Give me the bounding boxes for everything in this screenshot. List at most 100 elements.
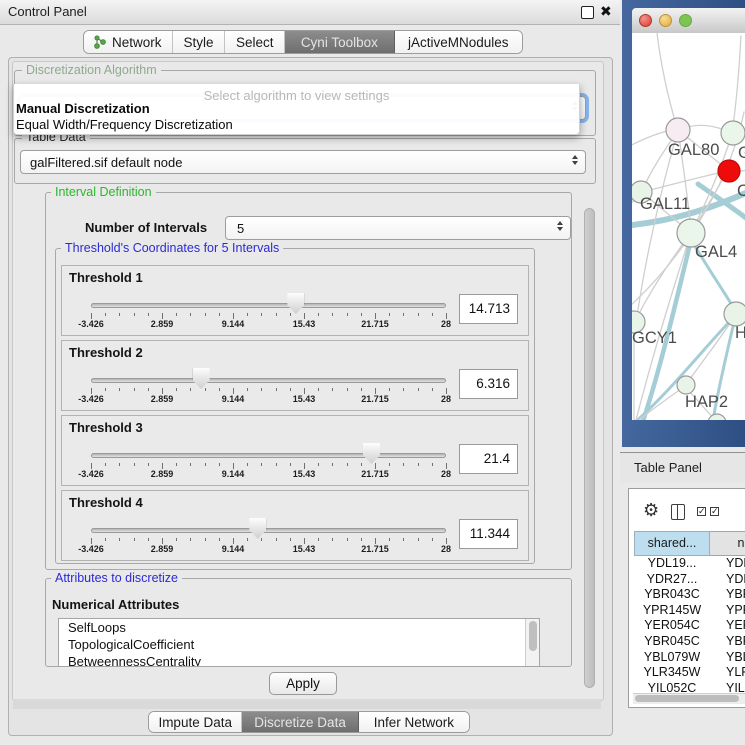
table-row[interactable]: YBR045CYBR0 — [634, 634, 745, 650]
settings-gear-icon[interactable]: ⚙ — [643, 501, 659, 519]
tick-mark — [219, 313, 220, 316]
table-row[interactable]: YPR145WYPR1 — [634, 603, 745, 619]
cell-name[interactable]: YER0 — [710, 618, 745, 634]
threshold-3-slider-handle[interactable] — [363, 443, 380, 464]
HAP2-node[interactable] — [677, 376, 695, 394]
threshold-3-slider[interactable] — [91, 453, 446, 458]
threshold-2-label: Threshold 2 — [69, 345, 143, 360]
tab-infer-network[interactable]: Infer Network — [359, 712, 469, 732]
tab-impute-data[interactable]: Impute Data — [149, 712, 242, 732]
network-view-canvas[interactable]: GAL80GACGAL11GAL4GCY1HHAP2 — [632, 33, 745, 420]
numerical-attributes-list[interactable]: SelfLoopsTopologicalCoefficientBetweenne… — [58, 618, 540, 667]
panel-scrollbar-thumb[interactable] — [584, 208, 595, 688]
tick-mark — [332, 388, 333, 391]
table-row[interactable]: YBL079WYBL0 — [634, 650, 745, 666]
table-scrollbar-thumb[interactable] — [635, 695, 739, 702]
threshold-1-slider[interactable] — [91, 303, 446, 308]
threshold-1-slider-handle[interactable] — [287, 293, 304, 314]
network-edge — [632, 131, 668, 150]
table-row[interactable]: YLR345WYLR3 — [634, 665, 745, 681]
algorithm-option-manual[interactable]: Manual Discretization — [16, 101, 576, 116]
tab-cyni-toolbox[interactable]: Cyni Toolbox — [285, 31, 395, 53]
tick-mark — [261, 388, 262, 391]
cell-shared-name[interactable]: YBR045C — [634, 634, 710, 650]
column-header-shared[interactable]: shared... — [634, 531, 710, 556]
cell-name[interactable]: YPR1 — [710, 603, 745, 619]
red-node[interactable] — [718, 160, 740, 182]
cell-shared-name[interactable]: YDL19... — [634, 556, 710, 572]
table-rows: YDL19...YDL1YDR27...YDR2YBR043CYBR0YPR14… — [634, 556, 745, 695]
threshold-4-value-field[interactable]: 11.344 — [459, 519, 518, 549]
tab-jactivemnodules[interactable]: jActiveMNodules — [395, 31, 522, 53]
threshold-2-value-field[interactable]: 6.316 — [459, 369, 518, 399]
tick-label: 9.144 — [222, 544, 245, 554]
list-scrollbar[interactable] — [525, 619, 539, 666]
tick-mark — [261, 463, 262, 466]
column-layout-icon[interactable] — [671, 504, 685, 520]
column-header-name[interactable]: na — [710, 531, 745, 556]
tick-mark — [119, 388, 120, 391]
threshold-3-value-field[interactable]: 21.4 — [459, 444, 518, 474]
close-icon[interactable]: ✖ — [600, 3, 612, 20]
table-horizontal-scrollbar[interactable] — [633, 693, 745, 704]
list-scrollbar-thumb[interactable] — [529, 621, 537, 651]
select-columns-check-icon[interactable]: ✓ — [710, 507, 719, 516]
table-row[interactable]: YBR043CYBR0 — [634, 587, 745, 603]
minimize-traffic-light[interactable] — [659, 14, 672, 27]
select-columns-check-icon[interactable]: ✓ — [697, 507, 706, 516]
threshold-2-slider[interactable] — [91, 378, 446, 383]
cell-name[interactable]: YBR0 — [710, 634, 745, 650]
threshold-4-slider-handle[interactable] — [249, 518, 266, 539]
number-of-intervals-combobox[interactable]: 5 — [225, 216, 571, 240]
tab-style[interactable]: Style — [173, 31, 226, 53]
attribute-list-item[interactable]: BetweennessCentrality — [59, 653, 539, 667]
tick-mark — [176, 538, 177, 541]
tick-label: 9.144 — [222, 469, 245, 479]
attribute-list-item[interactable]: SelfLoops — [59, 619, 539, 636]
right-green-node[interactable] — [721, 121, 745, 145]
tab-network[interactable]: Network — [84, 31, 173, 53]
cell-name[interactable]: YLR3 — [710, 665, 745, 681]
cell-shared-name[interactable]: YPR145W — [634, 603, 710, 619]
close-traffic-light[interactable] — [639, 14, 652, 27]
table-row[interactable]: YDR27...YDR2 — [634, 572, 745, 588]
network-window-titlebar[interactable] — [632, 8, 745, 34]
cell-name[interactable]: YDR2 — [710, 572, 745, 588]
float-window-icon[interactable] — [581, 6, 594, 19]
discretization-algorithm-title: Discretization Algorithm — [22, 64, 161, 77]
H-node[interactable] — [724, 302, 745, 326]
cell-name[interactable]: YBR0 — [710, 587, 745, 603]
apply-button[interactable]: Apply — [269, 672, 337, 695]
attribute-list-item[interactable]: TopologicalCoefficient — [59, 636, 539, 653]
table-panel: ⚙ ✓ ✓ shared... na YDL19...YDL1YDR27...Y… — [628, 488, 745, 708]
threshold-1-value-field[interactable]: 14.713 — [459, 294, 518, 324]
attributes-group-title: Attributes to discretize — [51, 572, 182, 585]
control-panel-tabbar: Network Style Select Cyni Toolbox jActiv… — [83, 30, 523, 54]
table-data-combobox[interactable]: galFiltered.sif default node — [20, 150, 586, 174]
cell-shared-name[interactable]: YER054C — [634, 618, 710, 634]
GAL80-node[interactable] — [666, 118, 690, 142]
cell-shared-name[interactable]: YBR043C — [634, 587, 710, 603]
tick-mark — [176, 463, 177, 466]
zoom-traffic-light[interactable] — [679, 14, 692, 27]
table-header-row: shared... na — [634, 531, 745, 556]
tab-discretize-data[interactable]: Discretize Data — [242, 712, 358, 732]
tick-label: 21.715 — [361, 544, 389, 554]
tab-style-label: Style — [183, 35, 213, 50]
cell-name[interactable]: YDL1 — [710, 556, 745, 572]
tab-select[interactable]: Select — [225, 31, 285, 53]
algorithm-option-equal-width[interactable]: Equal Width/Frequency Discretization — [16, 117, 576, 132]
table-row[interactable]: YDL19...YDL1 — [634, 556, 745, 572]
tick-label: 2.859 — [151, 319, 174, 329]
cell-shared-name[interactable]: YLR345W — [634, 665, 710, 681]
table-row[interactable]: YER054CYER0 — [634, 618, 745, 634]
interval-definition-title: Interval Definition — [51, 186, 156, 199]
threshold-2-slider-handle[interactable] — [193, 368, 210, 389]
tick-mark — [205, 538, 206, 541]
tab-jactivemnodules-label: jActiveMNodules — [408, 35, 509, 50]
cell-shared-name[interactable]: YBL079W — [634, 650, 710, 666]
cell-shared-name[interactable]: YDR27... — [634, 572, 710, 588]
threshold-4-slider[interactable] — [91, 528, 446, 533]
threshold-4-panel: Threshold 4 -3.4262.8599.14415.4321.7152… — [61, 490, 529, 561]
cell-name[interactable]: YBL0 — [710, 650, 745, 666]
